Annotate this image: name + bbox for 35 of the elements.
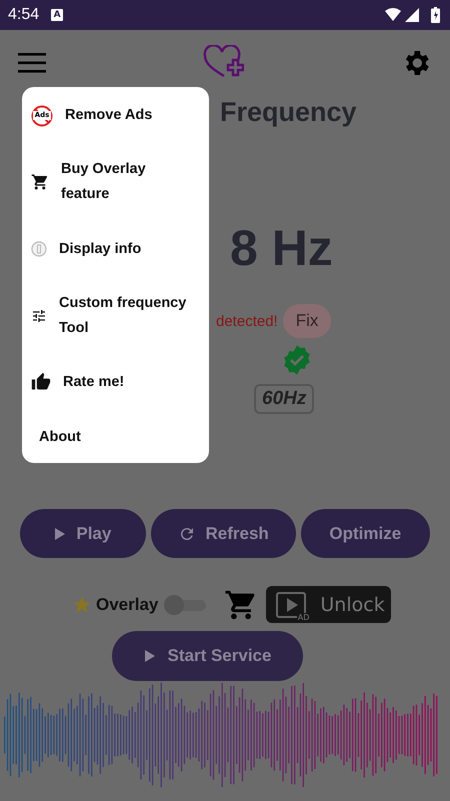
sliders-icon bbox=[31, 308, 47, 324]
menu-item-label: Buy Overlay feature bbox=[61, 160, 147, 204]
warning-text: detected! bbox=[216, 312, 278, 330]
menu-icon[interactable] bbox=[18, 53, 46, 73]
menu-item-label: About bbox=[39, 428, 81, 446]
info-icon bbox=[31, 241, 47, 257]
signal-icon bbox=[405, 8, 419, 22]
app-title: Frequency bbox=[220, 96, 357, 128]
wifi-icon bbox=[385, 8, 401, 22]
menu-item-label: Remove Ads bbox=[65, 106, 152, 125]
menu-item[interactable]: Custom frequency Tool bbox=[22, 278, 209, 353]
cart-icon bbox=[31, 173, 49, 191]
unlock-button[interactable]: AD Unlock bbox=[266, 586, 392, 623]
refresh-button[interactable]: Refresh bbox=[150, 509, 296, 558]
app-notification-icon: A bbox=[51, 9, 64, 21]
menu-item-label: Rate me! bbox=[63, 372, 124, 392]
menu-item[interactable]: Rate me! bbox=[22, 353, 209, 411]
star-icon bbox=[72, 594, 92, 614]
hz-badge: 60Hz bbox=[254, 384, 314, 414]
overlay-label: Overlay bbox=[96, 594, 158, 614]
menu-item[interactable]: Display info bbox=[22, 220, 209, 278]
menu-item[interactable]: Buy Overlay feature bbox=[22, 144, 209, 220]
verified-badge-icon bbox=[281, 344, 313, 376]
frequency-reading: 8 Hz bbox=[230, 220, 333, 276]
menu-item-label: Display info bbox=[59, 240, 142, 258]
thumbs-up-icon bbox=[31, 372, 51, 392]
play-button[interactable]: Play bbox=[20, 509, 146, 558]
play-icon bbox=[144, 649, 156, 663]
play-icon bbox=[54, 526, 66, 540]
action-button[interactable]: Optimize bbox=[300, 509, 430, 558]
menu-item-label: Custom frequency Tool bbox=[59, 294, 188, 338]
menu-item[interactable]: About bbox=[22, 411, 209, 463]
start-service-button[interactable]: Start Service bbox=[112, 631, 303, 681]
battery-icon bbox=[431, 7, 440, 23]
status-time: 4:54 bbox=[8, 6, 40, 24]
